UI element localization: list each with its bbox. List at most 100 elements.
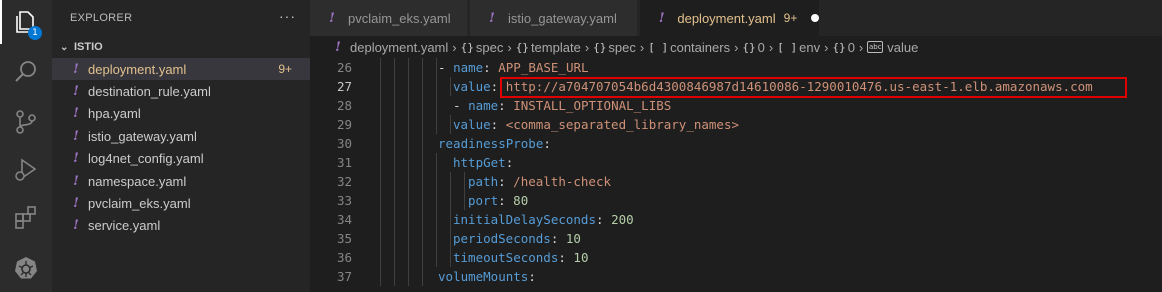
file-name: deployment.yaml xyxy=(88,61,187,77)
indent-guide xyxy=(380,172,381,191)
code-line[interactable]: 35 periodSeconds: 10 xyxy=(310,229,1162,248)
source-control-icon[interactable] xyxy=(0,100,52,144)
indent-guide xyxy=(450,248,451,267)
code-line[interactable]: 33 port: 80 xyxy=(310,191,1162,210)
code-content: periodSeconds: 10 xyxy=(453,229,581,248)
indent-guide xyxy=(380,58,381,77)
more-actions-icon[interactable]: ··· xyxy=(279,8,296,24)
tab-problem-count: 9+ xyxy=(783,11,798,25)
indent-guide xyxy=(408,172,409,191)
indent-guide xyxy=(436,58,437,77)
indent-guide xyxy=(436,229,437,248)
tab-label: pvclaim_eks.yaml xyxy=(348,10,451,26)
extensions-icon[interactable] xyxy=(0,196,52,240)
indent-guide xyxy=(422,115,423,134)
url-highlight-box xyxy=(500,77,1127,98)
line-number: 26 xyxy=(336,60,352,75)
breadcrumb-file[interactable]: deployment.yaml xyxy=(350,40,448,55)
code-editor[interactable]: 26- name: APP_BASE_URL 27 value: http://a7… xyxy=(310,58,1162,292)
breadcrumb-item[interactable]: 0 xyxy=(758,40,765,55)
code-line[interactable]: 28 - name: INSTALL_OPTIONAL_LIBS xyxy=(310,96,1162,115)
breadcrumb-item[interactable]: template xyxy=(531,40,581,55)
code-line[interactable]: 30 readinessProbe: xyxy=(310,134,1162,153)
code-line[interactable]: 31 httpGet: xyxy=(310,153,1162,172)
code-line[interactable]: 36 timeoutSeconds: 10 xyxy=(310,248,1162,267)
indent-guide xyxy=(380,153,381,172)
breadcrumb-item[interactable]: spec xyxy=(476,40,503,55)
indent-guide xyxy=(436,191,437,210)
indent-guide xyxy=(436,153,437,172)
indent-guide xyxy=(394,115,395,134)
yaml-file-icon: ! xyxy=(335,39,341,55)
file-name: destination_rule.yaml xyxy=(88,83,211,99)
code-line[interactable]: 29 value: <comma_separated_library_names> xyxy=(310,115,1162,134)
file-name: hpa.yaml xyxy=(88,105,141,121)
tab-deployment[interactable]: ! deployment.yaml 9+ xyxy=(640,0,820,36)
object-symbol-icon: {} xyxy=(515,40,529,54)
indent-guide xyxy=(422,153,423,172)
indent-guide xyxy=(408,115,409,134)
yaml-value: 200 xyxy=(611,212,634,227)
breadcrumb-item[interactable]: env xyxy=(799,40,820,55)
folder-istio[interactable]: ⌄ ISTIO xyxy=(52,36,310,58)
breadcrumb-separator: › xyxy=(734,39,739,55)
breadcrumb-item[interactable]: value xyxy=(887,40,918,55)
breadcrumb-item[interactable]: 0 xyxy=(848,40,855,55)
array-symbol-icon: [ ] xyxy=(777,40,798,54)
code-line[interactable]: 32 path: /health-check xyxy=(310,172,1162,191)
indent-guide xyxy=(408,77,409,96)
indent-guide xyxy=(394,96,395,115)
tab-istio-gateway[interactable]: ! istio_gateway.yaml xyxy=(470,0,638,36)
file-name: istio_gateway.yaml xyxy=(88,128,197,144)
run-debug-icon[interactable] xyxy=(0,148,52,192)
code-line[interactable]: 37 volumeMounts: xyxy=(310,267,1162,286)
file-namespace-yaml[interactable]: ! namespace.yaml xyxy=(52,170,310,192)
indent-guide xyxy=(450,210,451,229)
colon: : xyxy=(483,60,499,75)
yaml-file-icon: ! xyxy=(73,128,79,144)
file-istio-gateway-yaml[interactable]: ! istio_gateway.yaml xyxy=(52,125,310,147)
unsaved-dot-icon[interactable] xyxy=(811,14,819,22)
yaml-file-icon: ! xyxy=(73,105,79,121)
line-number: 37 xyxy=(336,269,352,284)
code-line[interactable]: 34 initialDelaySeconds: 200 xyxy=(310,210,1162,229)
breadcrumb-item[interactable]: spec xyxy=(608,40,635,55)
indent-guide xyxy=(408,153,409,172)
indent-guide xyxy=(408,229,409,248)
list-dash: - xyxy=(438,60,454,75)
indent-guide xyxy=(450,172,451,191)
files-icon[interactable]: 1 xyxy=(0,0,52,44)
file-destination-rule-yaml[interactable]: ! destination_rule.yaml xyxy=(52,80,310,102)
file-name: log4net_config.yaml xyxy=(88,150,204,166)
object-symbol-icon: {} xyxy=(460,40,474,54)
breadcrumb-item[interactable]: containers xyxy=(670,40,730,55)
file-deployment-yaml[interactable]: ! deployment.yaml 9+ xyxy=(52,58,310,80)
search-icon[interactable] xyxy=(0,50,52,94)
code-content: value: <comma_separated_library_names> xyxy=(453,115,739,134)
yaml-key: value xyxy=(453,79,491,94)
breadcrumb-separator: › xyxy=(507,39,512,55)
line-number: 27 xyxy=(336,79,352,94)
yaml-file-icon: ! xyxy=(658,10,665,26)
colon: : xyxy=(543,136,551,151)
line-number: 31 xyxy=(336,155,352,170)
code-content: volumeMounts: xyxy=(438,267,536,286)
breadcrumb-separator: › xyxy=(824,39,829,55)
tab-pvclaim-eks[interactable]: ! pvclaim_eks.yaml xyxy=(310,0,468,36)
file-hpa-yaml[interactable]: ! hpa.yaml xyxy=(52,102,310,124)
file-log4net-config-yaml[interactable]: ! log4net_config.yaml xyxy=(52,147,310,169)
line-number: 30 xyxy=(336,136,352,151)
indent-guide xyxy=(380,134,381,153)
array-symbol-icon: [ ] xyxy=(648,40,669,54)
yaml-value: APP_BASE_URL xyxy=(498,60,589,75)
indent-guide xyxy=(422,96,423,115)
breadcrumb-separator: › xyxy=(639,39,645,55)
colon: : xyxy=(498,174,514,189)
file-pvclaim-eks-yaml[interactable]: ! pvclaim_eks.yaml xyxy=(52,192,310,214)
code-line[interactable]: 26 - name: APP_BASE_URL xyxy=(310,58,1162,77)
indent-guide xyxy=(380,191,381,210)
indent-guide xyxy=(394,58,395,77)
file-service-yaml[interactable]: ! service.yaml xyxy=(52,214,310,236)
indent-guide xyxy=(380,210,381,229)
kubernetes-icon[interactable] xyxy=(0,246,52,290)
